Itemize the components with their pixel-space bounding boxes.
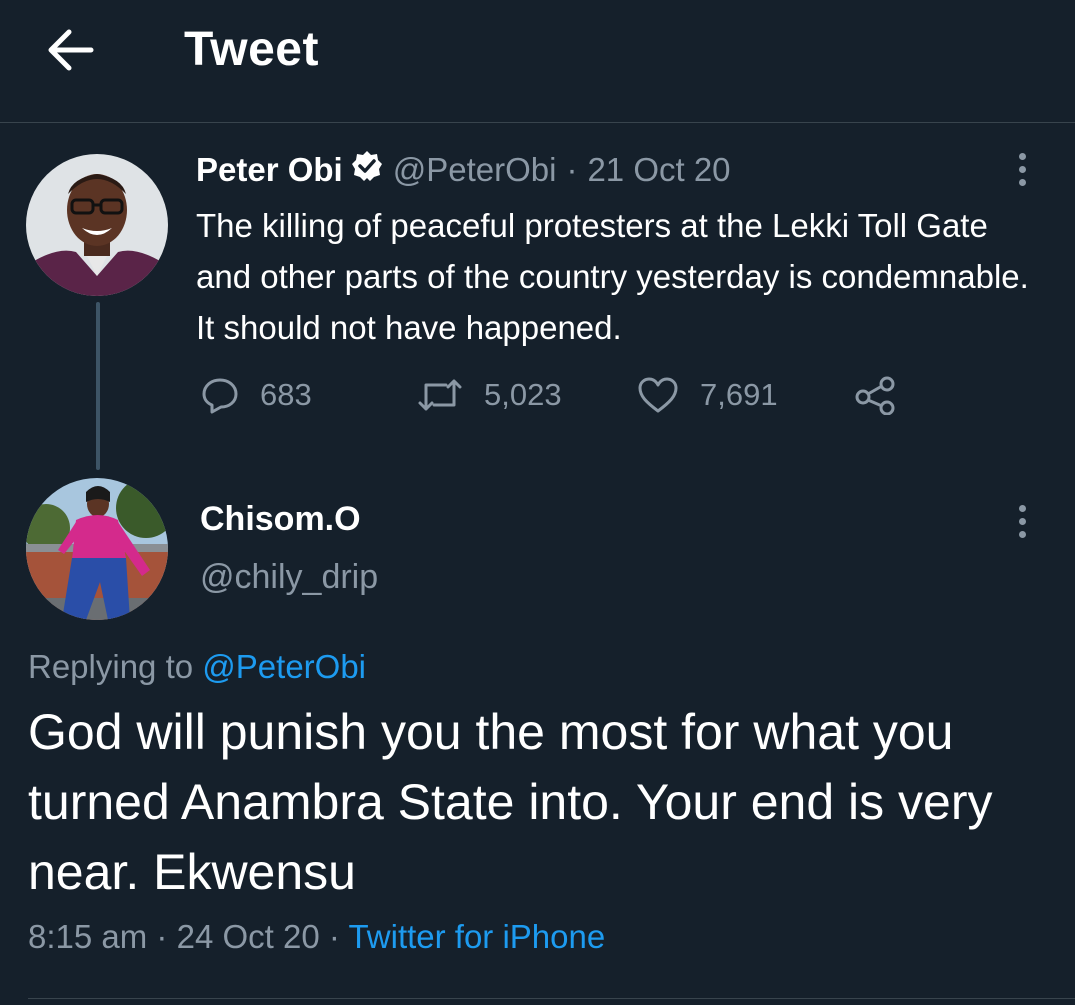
thread-connector-line: [96, 302, 100, 470]
author-name[interactable]: Peter Obi: [196, 151, 343, 189]
more-dots-icon: [1018, 152, 1026, 160]
author-handle[interactable]: @PeterObi: [393, 151, 557, 189]
tweet-date[interactable]: 21 Oct 20: [587, 151, 730, 189]
replying-to-line: Replying to @PeterObi: [28, 648, 366, 686]
page-title: Tweet: [184, 23, 319, 76]
retweet-button[interactable]: 5,023: [416, 370, 562, 420]
reply-tweet-text: God will punish you the most for what yo…: [28, 704, 993, 900]
parent-tweet-header: Peter Obi @PeterObi · 21 Oct 20: [196, 150, 731, 190]
share-icon: [855, 376, 895, 415]
more-dots-icon: [1018, 504, 1026, 512]
heart-icon: [638, 377, 678, 413]
reply-more-options-button[interactable]: [1002, 496, 1042, 546]
parent-tweet-text: The killing of peaceful protesters at th…: [196, 207, 1029, 346]
replying-to-label: Replying to: [28, 648, 194, 685]
divider: [28, 998, 1075, 999]
reply-author-name[interactable]: Chisom.O: [200, 500, 361, 539]
meta-separator: ·: [328, 918, 340, 955]
top-bar: Tweet: [0, 0, 1075, 123]
reply-count: 683: [260, 377, 312, 412]
reply-button[interactable]: 683: [200, 370, 312, 420]
retweet-icon: [418, 379, 462, 411]
tweet-date-detail: 24 Oct 20: [176, 918, 320, 955]
verified-badge-icon: [351, 150, 383, 190]
tweet-source-link[interactable]: Twitter for iPhone: [348, 918, 605, 955]
avatar-peter-obi[interactable]: [26, 154, 168, 296]
reply-icon: [202, 378, 238, 414]
like-button[interactable]: 7,691: [636, 370, 778, 420]
replying-to-handle-link[interactable]: @PeterObi: [202, 648, 366, 685]
back-button[interactable]: [36, 20, 104, 80]
tweet-time: 8:15 am: [28, 918, 148, 955]
more-options-button[interactable]: [1002, 144, 1042, 194]
avatar-chisom[interactable]: [26, 478, 168, 620]
like-count: 7,691: [700, 377, 778, 412]
tweet-metadata: 8:15 am · 24 Oct 20 · Twitter for iPhone: [28, 918, 605, 956]
retweet-count: 5,023: [484, 377, 562, 412]
arrow-left-icon: [48, 29, 94, 71]
separator-dot: ·: [566, 151, 578, 188]
reply-author-handle[interactable]: @chily_drip: [200, 558, 378, 597]
meta-separator: ·: [156, 918, 168, 955]
share-button[interactable]: [854, 370, 918, 420]
